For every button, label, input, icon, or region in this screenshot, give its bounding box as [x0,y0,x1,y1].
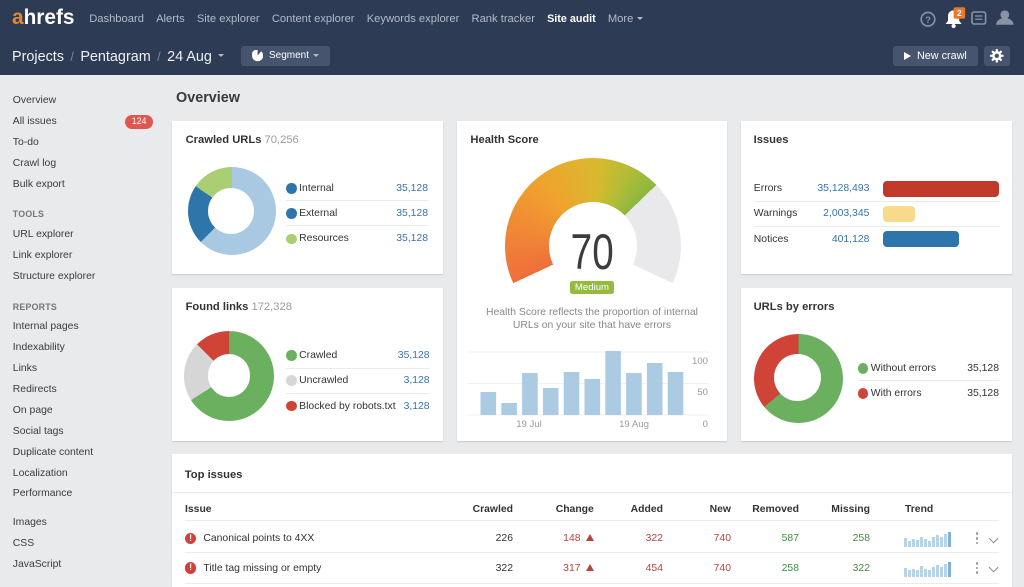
svg-text:50: 50 [697,387,708,398]
svg-text:19 Jul: 19 Jul [516,419,542,430]
svg-text:0: 0 [702,419,707,430]
svg-text:100: 100 [692,356,708,367]
svg-text:?: ? [925,15,931,26]
svg-text:19 Aug: 19 Aug [619,419,649,430]
svg-text:2: 2 [957,8,962,18]
